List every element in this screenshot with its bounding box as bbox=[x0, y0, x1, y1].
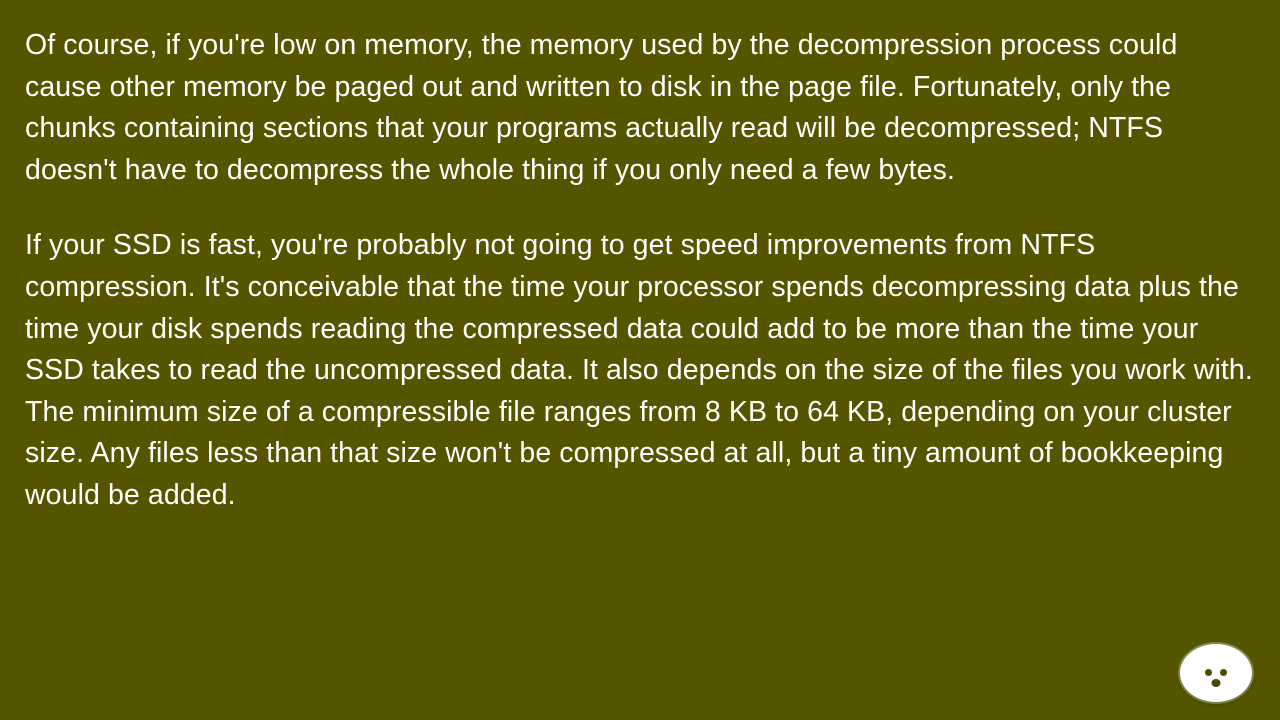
body-paragraph-1: Of course, if you're low on memory, the … bbox=[25, 25, 1255, 191]
avatar-icon bbox=[1180, 644, 1252, 702]
body-paragraph-2: If your SSD is fast, you're probably not… bbox=[25, 225, 1255, 516]
